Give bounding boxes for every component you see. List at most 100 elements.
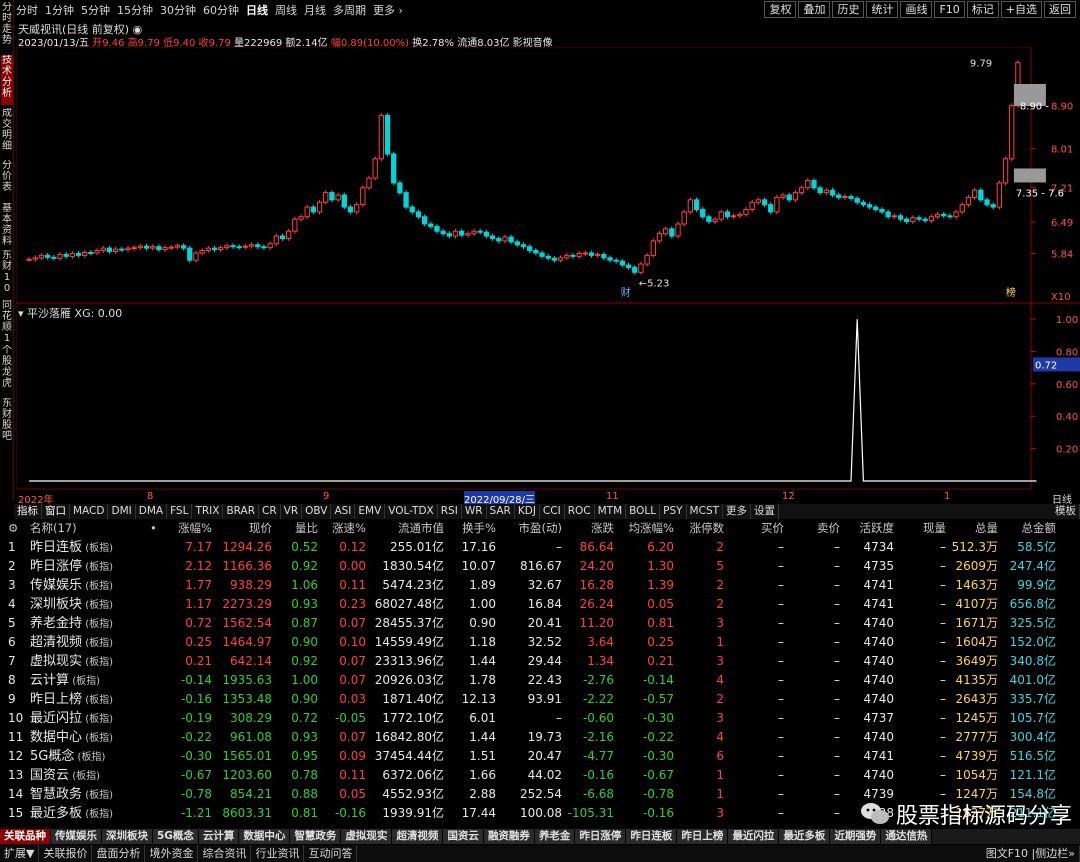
indicator-tab-10[interactable]: OBV bbox=[302, 504, 332, 519]
period-tab-5[interactable]: 60分钟 bbox=[203, 2, 239, 18]
header-17[interactable]: 总金额 bbox=[1002, 519, 1057, 538]
table-row[interactable]: 13 国资云 (板指) -0.67 1203.60 0.78 0.11 6372.06亿 1.… bbox=[0, 766, 1080, 785]
indicator-tab-21[interactable]: BOLL bbox=[626, 504, 661, 519]
period-tab-6[interactable]: 日线 bbox=[246, 2, 268, 18]
indicator-tab-12[interactable]: EMV bbox=[355, 504, 386, 519]
table-row[interactable]: 11 数据中心 (板指) -0.22 961.08 0.93 0.07 16842.80亿 1… bbox=[0, 728, 1080, 747]
sidebar-tab-1[interactable]: 技术分析 bbox=[1, 55, 13, 105]
indicator-tab-25[interactable]: 设置 bbox=[751, 504, 780, 519]
header-6[interactable]: 流通市值 bbox=[372, 519, 444, 538]
indicator-tab-6[interactable]: TRIX bbox=[192, 504, 224, 519]
header-4[interactable]: 量比 bbox=[276, 519, 318, 538]
sector-tab-7[interactable]: 虚拟现实 bbox=[341, 829, 393, 844]
header-14[interactable]: 活跃度 bbox=[846, 519, 895, 538]
table-row[interactable]: 12 5G概念 (板指) -0.30 1565.01 0.95 0.09 37454.44亿… bbox=[0, 747, 1080, 766]
chart-area[interactable]: 8.908.017.216.495.84 1.000.800.600.400.2… bbox=[16, 47, 1080, 491]
header-7[interactable]: 换手% bbox=[450, 519, 496, 538]
sidebar-tab-3[interactable]: 分价表 bbox=[1, 160, 13, 200]
tool-button-8[interactable]: 返回 bbox=[1044, 1, 1076, 18]
indicator-tab-23[interactable]: MCST bbox=[687, 504, 724, 519]
sector-tab-11[interactable]: 养老金 bbox=[534, 829, 576, 844]
indicator-header[interactable]: ▾ 平沙落雁 XG: 0.00 bbox=[18, 305, 122, 321]
tool-button-6[interactable]: 标记 bbox=[966, 1, 999, 18]
tool-button-1[interactable]: 叠加 bbox=[798, 1, 831, 18]
table-row[interactable]: 1 昨日连板 (板指) 7.17 1294.26 0.52 0.12 255.01亿 17.1… bbox=[0, 538, 1080, 557]
table-row[interactable]: 7 虚拟现实 (板指) 0.21 642.14 0.92 0.07 23313.96亿 1.4… bbox=[0, 652, 1080, 671]
sidebar-tab-5[interactable]: 东财10 bbox=[1, 250, 13, 298]
status-tab-1[interactable]: 关联报价 bbox=[39, 845, 93, 862]
indicator-tab-1[interactable]: 窗口 bbox=[42, 504, 70, 519]
sector-tab-3[interactable]: 5G概念 bbox=[153, 829, 199, 844]
sidebar-tab-8[interactable]: 东财股吧 bbox=[1, 398, 13, 446]
tool-button-7[interactable]: +自选 bbox=[1000, 1, 1042, 18]
indicator-tab-4[interactable]: DMA bbox=[136, 504, 168, 519]
header-10[interactable]: 均涨幅% bbox=[618, 519, 674, 538]
status-tab-4[interactable]: 综合资讯 bbox=[198, 845, 252, 862]
period-tab-2[interactable]: 5分钟 bbox=[81, 2, 110, 18]
indicator-tab-11[interactable]: ASI bbox=[331, 504, 356, 519]
header-0[interactable]: 名称(17) bbox=[30, 519, 150, 538]
indicator-tab-14[interactable]: RSI bbox=[438, 504, 462, 519]
sidebar-tab-2[interactable]: 成交明细 bbox=[1, 108, 13, 158]
indicator-tab-15[interactable]: WR bbox=[462, 504, 487, 519]
sector-tab-12[interactable]: 昨日涨停 bbox=[575, 829, 627, 844]
indicator-tab-9[interactable]: VR bbox=[281, 504, 303, 519]
indicator-tab-3[interactable]: DMI bbox=[108, 504, 136, 519]
sidebar-tab-4[interactable]: 基本资料 bbox=[1, 203, 13, 247]
table-row[interactable]: 9 昨日上榜 (板指) -0.16 1353.48 0.90 0.03 1871.40亿 12… bbox=[0, 690, 1080, 709]
period-tab-9[interactable]: 多周期 bbox=[333, 2, 366, 18]
status-tab-2[interactable]: 盘面分析 bbox=[92, 845, 146, 862]
period-tab-10[interactable]: 更多 › bbox=[373, 2, 403, 18]
table-row[interactable]: 10 最近闪拉 (板指) -0.19 308.29 0.72 -0.05 1772.10亿 6… bbox=[0, 709, 1080, 728]
header-16[interactable]: 总量 bbox=[950, 519, 998, 538]
header-8[interactable]: 市盈(动) bbox=[502, 519, 562, 538]
tool-button-4[interactable]: 画线 bbox=[900, 1, 933, 18]
indicator-tab-18[interactable]: CCI bbox=[540, 504, 565, 519]
sector-tab-10[interactable]: 融资融券 bbox=[483, 829, 535, 844]
indicator-tab-16[interactable]: SAR bbox=[487, 504, 515, 519]
period-tab-0[interactable]: 分时 bbox=[16, 2, 38, 18]
sector-tab-17[interactable]: 近期强势 bbox=[830, 829, 882, 844]
sector-tab-16[interactable]: 最近多板 bbox=[779, 829, 831, 844]
indicator-tab-24[interactable]: 更多 bbox=[723, 504, 752, 519]
sidebar-tab-0[interactable]: 分时走势 bbox=[1, 2, 13, 52]
sector-tab-5[interactable]: 数据中心 bbox=[239, 829, 291, 844]
sidebar-tab-7[interactable]: 个股龙虎 bbox=[1, 345, 13, 395]
sector-tab-1[interactable]: 传媒娱乐 bbox=[51, 829, 102, 844]
sector-tab-4[interactable]: 云计算 bbox=[198, 829, 240, 844]
sector-tab-13[interactable]: 昨日连板 bbox=[626, 829, 678, 844]
tool-button-2[interactable]: 历史 bbox=[832, 1, 865, 18]
period-tab-8[interactable]: 月线 bbox=[304, 2, 326, 18]
sidebar-tab-6[interactable]: 同花顺10 bbox=[1, 300, 13, 343]
indicator-tab-7[interactable]: BRAR bbox=[223, 504, 259, 519]
header-15[interactable]: 现量 bbox=[900, 519, 946, 538]
header-9[interactable]: 涨跌 bbox=[566, 519, 614, 538]
template-button[interactable]: 模板 bbox=[1052, 504, 1080, 519]
indicator-tab-8[interactable]: CR bbox=[259, 504, 281, 519]
indicator-tab-5[interactable]: FSL bbox=[167, 504, 193, 519]
period-tab-4[interactable]: 30分钟 bbox=[160, 2, 196, 18]
status-tab-0[interactable]: 扩展▼ bbox=[0, 845, 40, 862]
sector-tab-18[interactable]: 通达信热 bbox=[881, 829, 933, 844]
tool-button-0[interactable]: 复权 bbox=[764, 1, 797, 18]
table-row[interactable]: 5 养老金持 (板指) 0.72 1562.54 0.87 0.07 28455.37亿 0.… bbox=[0, 614, 1080, 633]
indicator-tab-2[interactable]: MACD bbox=[70, 504, 109, 519]
indicator-tab-0[interactable]: 指标 bbox=[14, 504, 42, 519]
status-tab-3[interactable]: 境外资金 bbox=[145, 845, 199, 862]
indicator-tab-22[interactable]: PSY bbox=[660, 504, 687, 519]
table-row[interactable]: 8 云计算 (板指) -0.14 1935.63 1.00 0.07 20926.03亿 1.… bbox=[0, 671, 1080, 690]
indicator-tab-20[interactable]: MTM bbox=[595, 504, 627, 519]
sector-tab-0[interactable]: 关联品种 bbox=[0, 829, 51, 844]
header-11[interactable]: 涨停数 bbox=[680, 519, 725, 538]
period-tab-7[interactable]: 周线 bbox=[275, 2, 297, 18]
header-3[interactable]: 现价 bbox=[214, 519, 272, 538]
table-row[interactable]: 4 深圳板块 (板指) 1.17 2273.29 0.93 0.23 68027.48亿 1.… bbox=[0, 595, 1080, 614]
header-13[interactable]: 卖价 bbox=[788, 519, 840, 538]
period-tab-1[interactable]: 1分钟 bbox=[45, 2, 74, 18]
settings-gear-icon[interactable]: ⚙ bbox=[8, 519, 18, 538]
tool-button-5[interactable]: F10 bbox=[934, 1, 965, 18]
sector-tab-9[interactable]: 国资云 bbox=[443, 829, 484, 844]
sector-tab-6[interactable]: 智慧政务 bbox=[290, 829, 342, 844]
indicator-menu-icon[interactable]: ▾ bbox=[18, 307, 27, 320]
sector-tab-8[interactable]: 超清视频 bbox=[392, 829, 444, 844]
